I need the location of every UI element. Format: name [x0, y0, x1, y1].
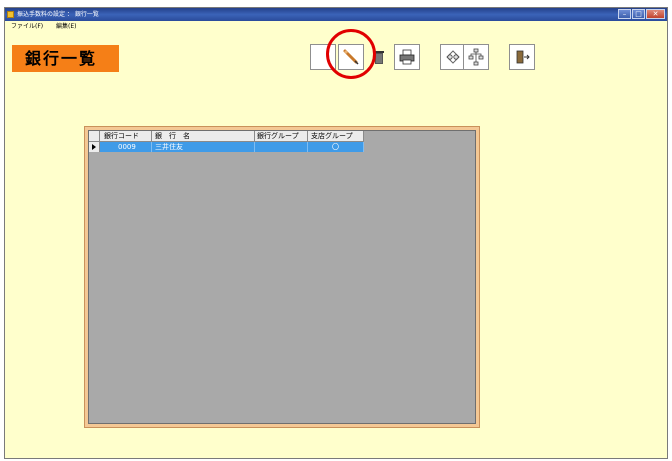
menu-edit[interactable]: 編集(E) [56, 21, 76, 32]
menu-file[interactable]: ファイル(F) [11, 21, 43, 32]
cell-branch-group[interactable]: 〇 [308, 142, 364, 152]
app-icon [7, 11, 14, 18]
printer-icon [399, 49, 415, 65]
close-button[interactable]: ✕ [646, 9, 665, 19]
row-header-corner [89, 131, 100, 142]
column-header-branch-group[interactable]: 支店グループ [308, 131, 364, 142]
bank-list-grid[interactable]: 銀行コード 銀 行 名 銀行グループ 支店グループ 0009 三井住友 〇 [88, 130, 476, 424]
binoculars-icon [446, 50, 460, 64]
maximize-button[interactable]: □ [632, 9, 645, 19]
cell-bank-name[interactable]: 三井住友 [152, 142, 255, 152]
highlight-circle [326, 29, 376, 79]
window-title: 振込手数料の設定 ： 銀行一覧 [17, 11, 99, 18]
column-header-bank-name[interactable]: 銀 行 名 [152, 131, 255, 142]
print-button[interactable] [394, 44, 420, 70]
hierarchy-icon [468, 48, 484, 66]
exit-button[interactable] [509, 44, 535, 70]
exit-door-icon [516, 50, 530, 64]
minimize-button[interactable]: – [618, 9, 631, 19]
grid-frame: 銀行コード 銀 行 名 銀行グループ 支店グループ 0009 三井住友 〇 [84, 126, 480, 428]
cell-bank-code[interactable]: 0009 [100, 142, 152, 152]
row-selector[interactable] [89, 142, 100, 152]
menu-bar: ファイル(F) 編集(E) [5, 21, 667, 32]
page-title: 銀行一覧 [12, 45, 119, 72]
tree-button[interactable] [463, 44, 489, 70]
title-bar[interactable]: 振込手数料の設定 ： 銀行一覧 – □ ✕ [5, 8, 667, 21]
window-controls: – □ ✕ [617, 9, 665, 20]
column-header-bank-group[interactable]: 銀行グループ [255, 131, 308, 142]
cell-bank-group[interactable] [255, 142, 308, 152]
app-window: 振込手数料の設定 ： 銀行一覧 – □ ✕ ファイル(F) 編集(E) 銀行一覧 [4, 7, 668, 459]
column-header-bank-code[interactable]: 銀行コード [100, 131, 152, 142]
current-row-pointer-icon [92, 144, 96, 150]
